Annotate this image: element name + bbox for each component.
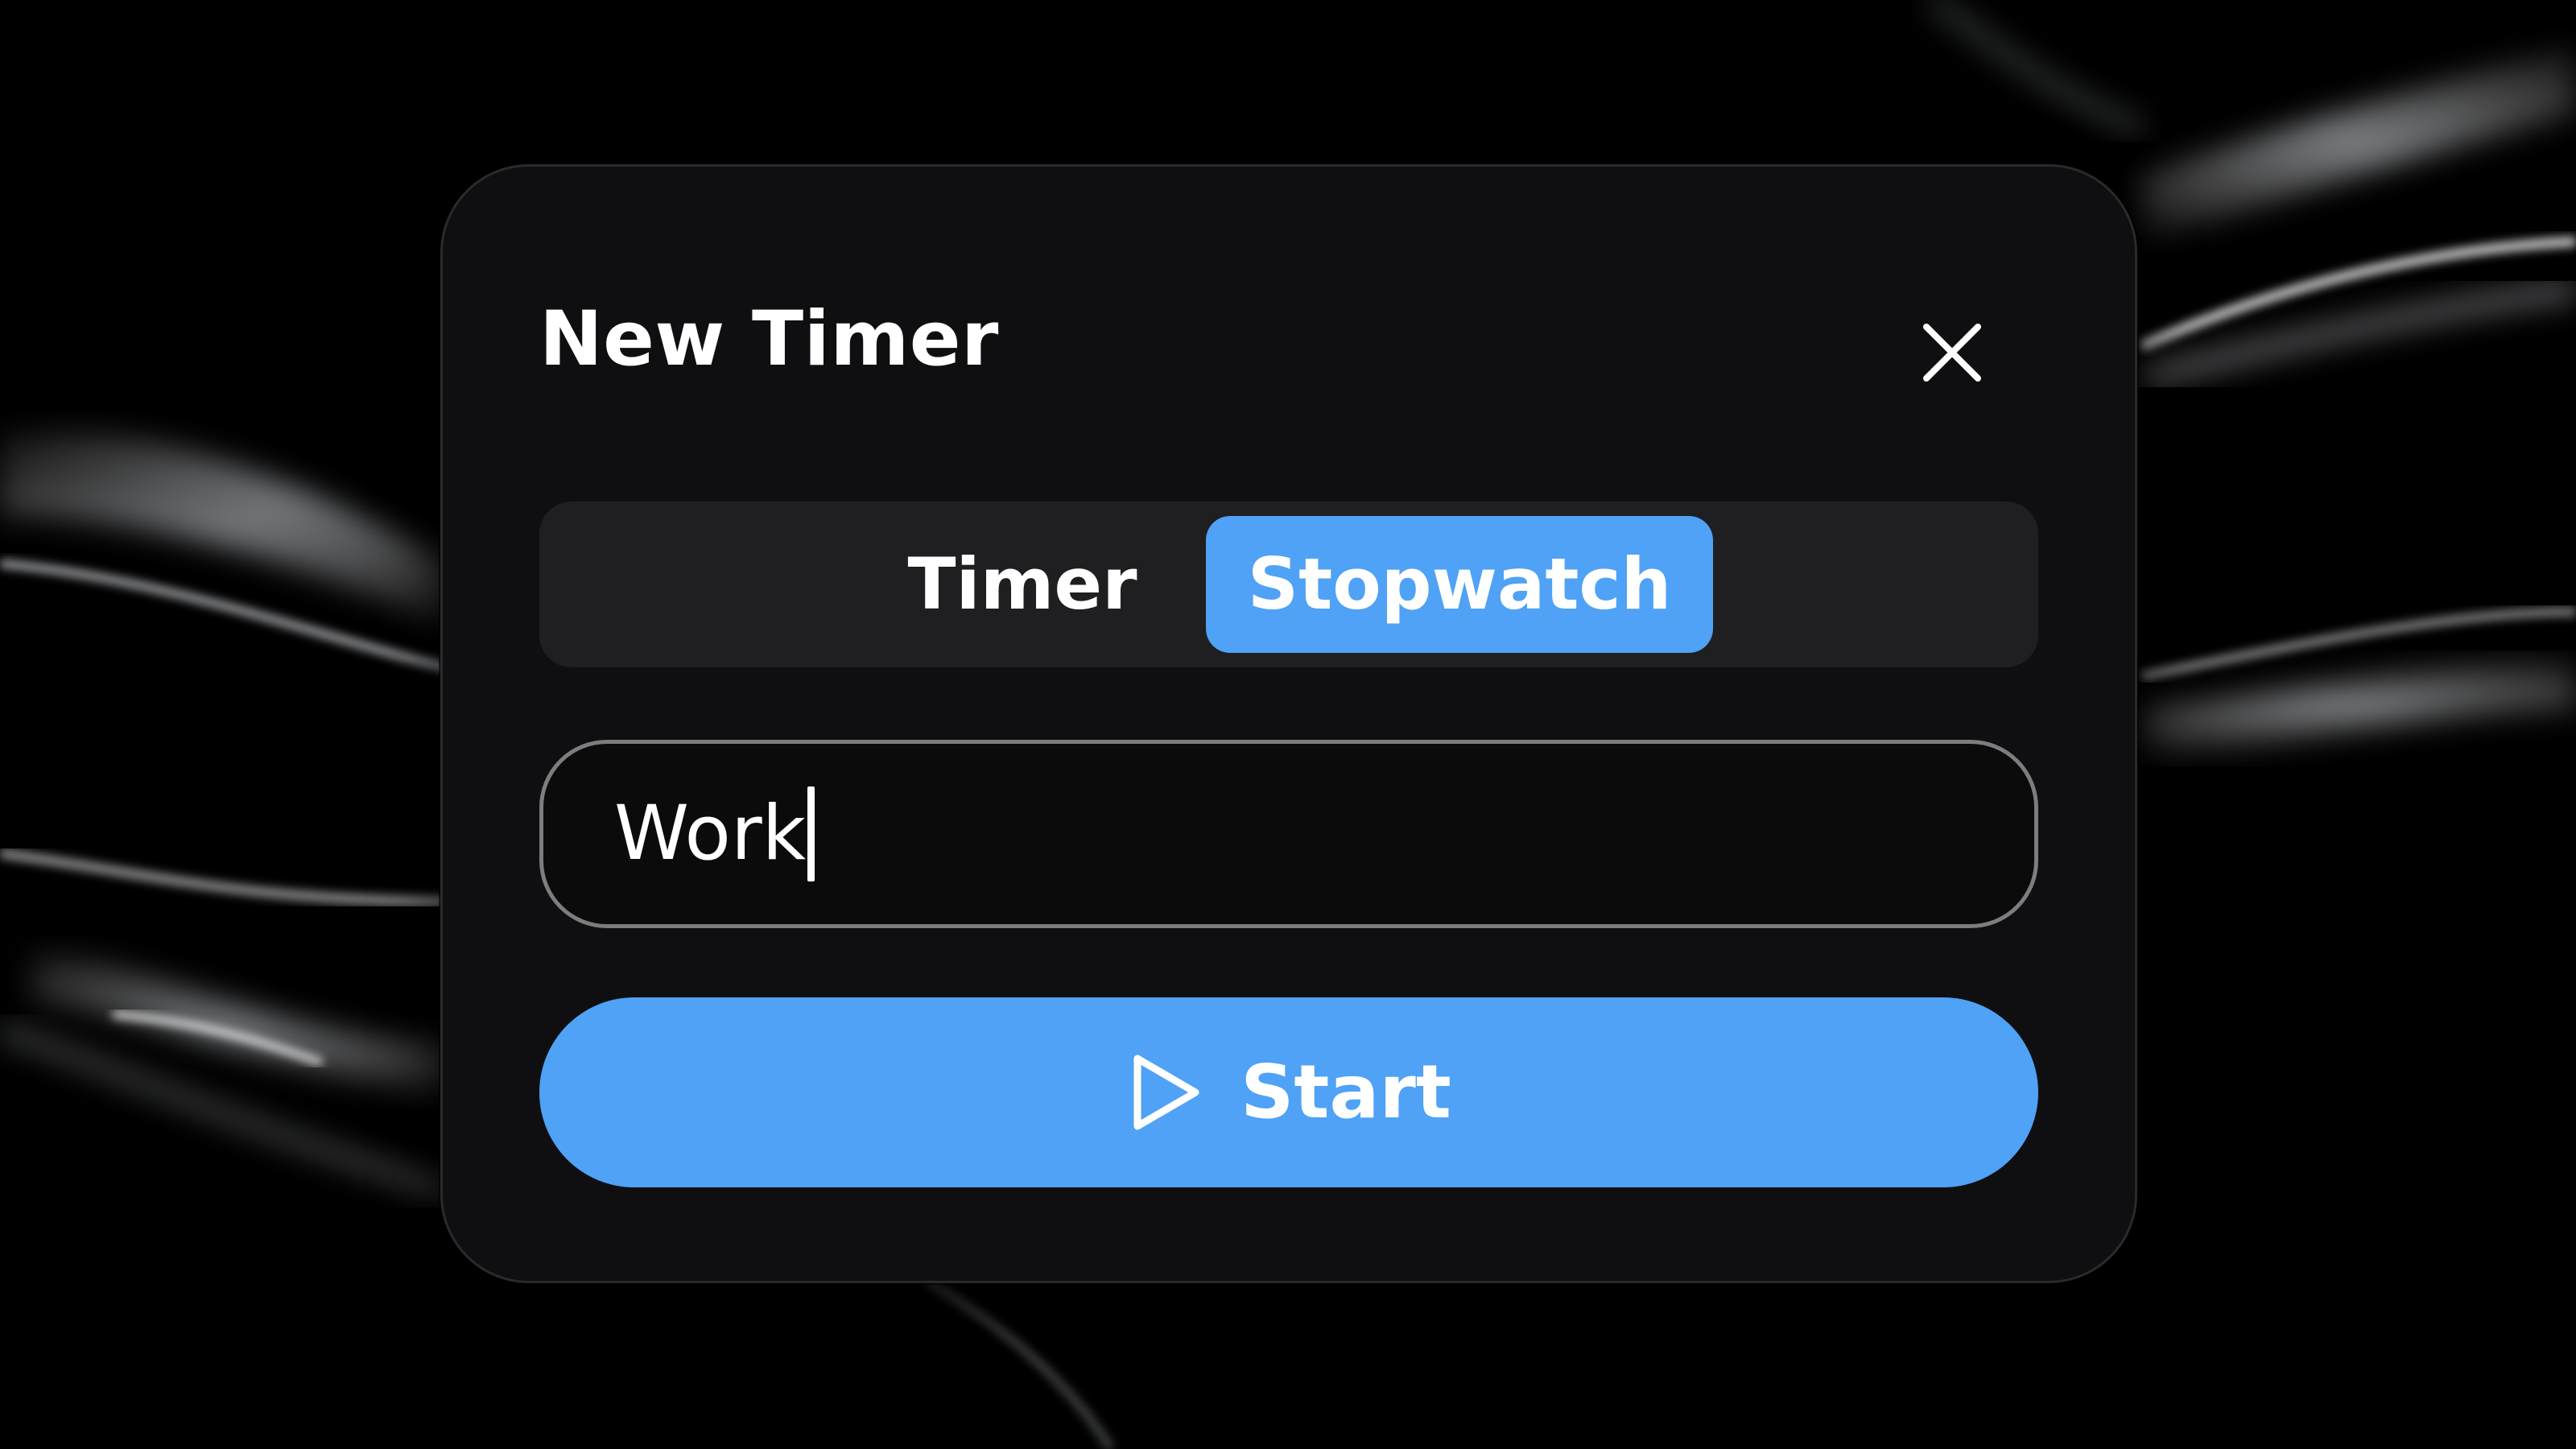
close-button[interactable]	[1908, 308, 1996, 397]
desktop: New Timer Timer Stopwatch Work Start	[0, 0, 2576, 1449]
timer-name-input[interactable]: Work	[539, 740, 2038, 928]
text-caret	[807, 786, 815, 881]
stopwatch-tab[interactable]: Stopwatch	[1206, 516, 1713, 653]
start-button[interactable]: Start	[539, 997, 2038, 1187]
new-timer-dialog: New Timer Timer Stopwatch Work Start	[440, 164, 2137, 1283]
timer-tab[interactable]: Timer	[894, 516, 1151, 653]
play-icon	[1126, 1051, 1203, 1134]
close-icon	[1923, 324, 1981, 382]
dialog-title: New Timer	[539, 295, 999, 383]
timer-name-value: Work	[614, 790, 807, 877]
start-button-label: Start	[1241, 1049, 1451, 1135]
mode-segmented-control: Timer Stopwatch	[539, 502, 2038, 667]
